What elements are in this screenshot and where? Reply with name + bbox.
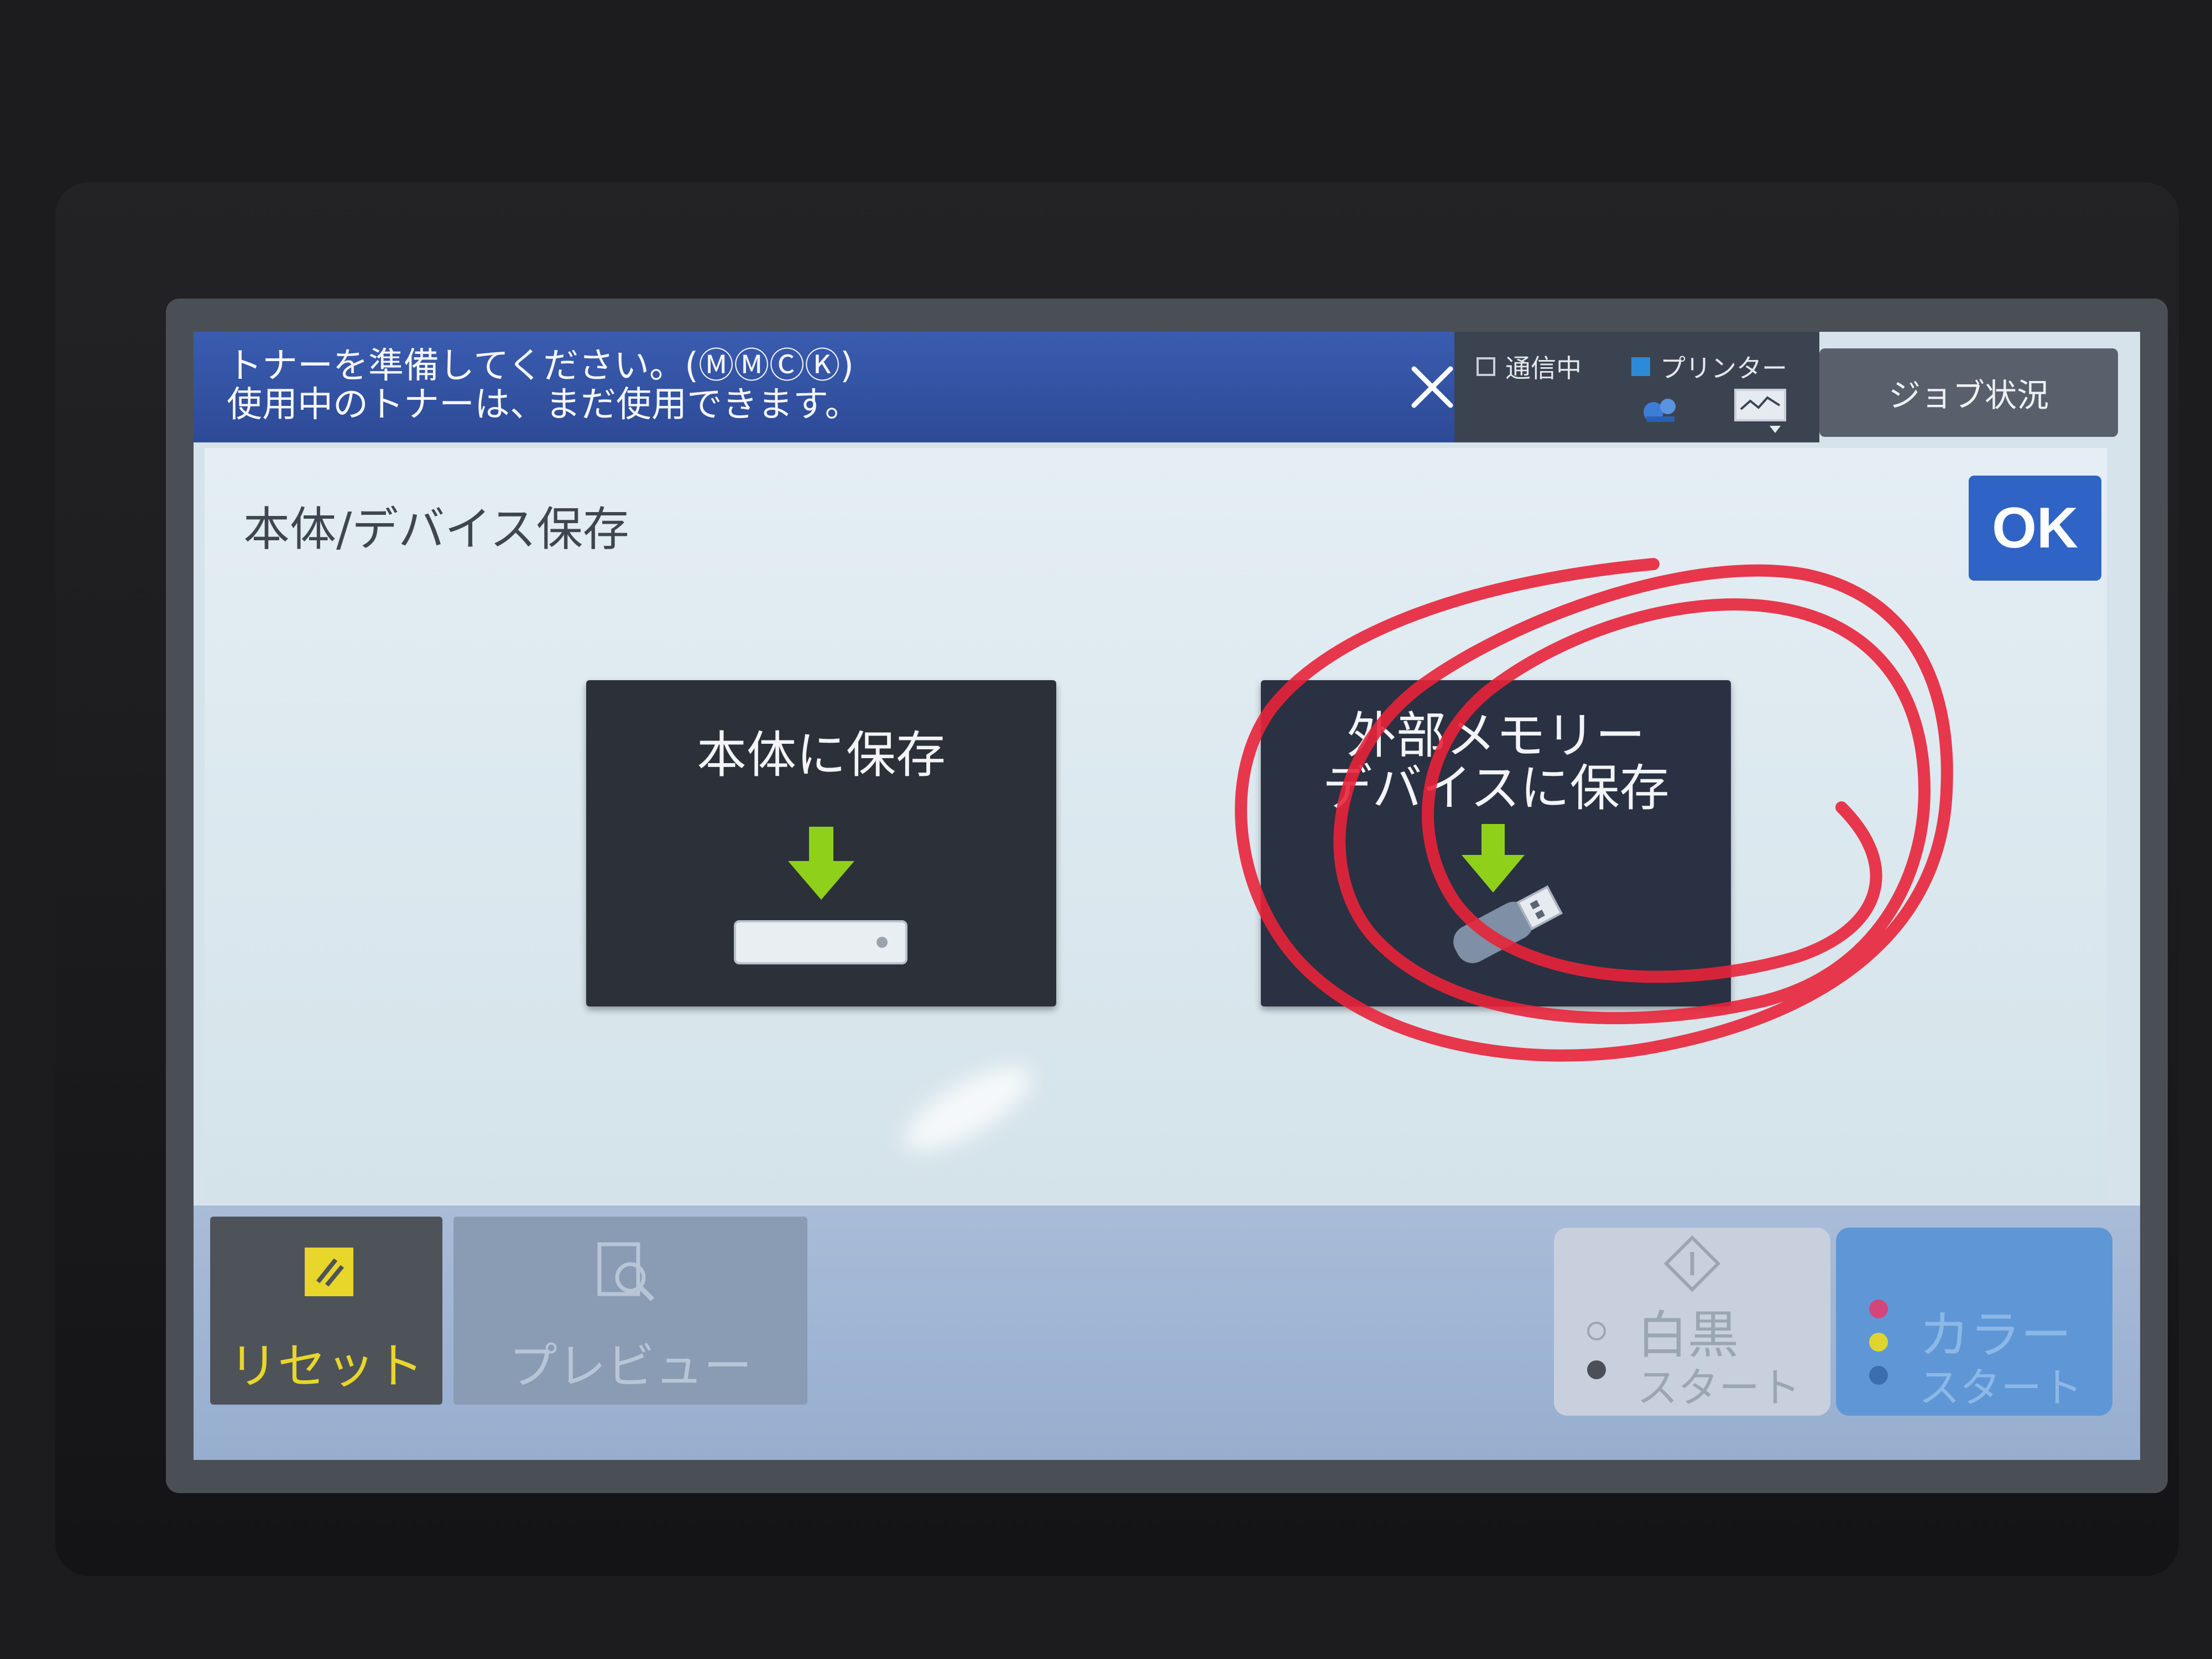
printer-checkbox bbox=[1631, 357, 1650, 376]
reset-icon bbox=[301, 1244, 357, 1302]
reset-button[interactable]: リセット bbox=[210, 1217, 442, 1405]
bottom-action-bar: リセット プレビュー 白黒 スタート カラー スタート bbox=[194, 1206, 2140, 1460]
color-start-sub-label: スタート bbox=[1919, 1364, 2083, 1412]
reset-label: リセット bbox=[228, 1338, 424, 1395]
bw-start-button[interactable]: 白黒 スタート bbox=[1554, 1228, 1830, 1416]
ok-button[interactable]: OK bbox=[1969, 476, 2101, 581]
job-status-button[interactable]: ジョブ状況 bbox=[1819, 348, 2118, 437]
save-to-device-label: 本体に保存 bbox=[697, 726, 946, 784]
printer-label: プリンター bbox=[1660, 353, 1787, 383]
magenta-dot bbox=[1869, 1300, 1888, 1318]
bw-indicator-dot-on bbox=[1587, 1360, 1606, 1379]
printer-indicator: プリンター bbox=[1631, 348, 1787, 385]
touch-screen: トナーを準備してください。(ⓂⓂⒸⓀ) 使用中のトナーは、まだ使用できます。 通… bbox=[194, 332, 2140, 1460]
color-start-button[interactable]: カラー スタート bbox=[1836, 1228, 2112, 1416]
bw-indicator-dot-off bbox=[1587, 1322, 1606, 1340]
touch-screen-frame: トナーを準備してください。(ⓂⓂⒸⓀ) 使用中のトナーは、まだ使用できます。 通… bbox=[166, 299, 2168, 1493]
notification-line-2: 使用中のトナーは、まだ使用できます。 bbox=[227, 384, 860, 425]
bw-start-sub-label: スタート bbox=[1637, 1364, 1801, 1412]
cyan-dot bbox=[1869, 1366, 1888, 1385]
hard-drive-icon bbox=[733, 918, 910, 970]
communicating-indicator: 通信中 bbox=[1477, 348, 1582, 385]
network-status-icon bbox=[1637, 390, 1687, 431]
save-to-external-label-line-1: 外部メモリー bbox=[1347, 707, 1645, 765]
preview-button[interactable]: プレビュー bbox=[453, 1217, 807, 1405]
communicating-checkbox bbox=[1477, 357, 1495, 376]
save-destination-panel: 本体/デバイス保存 OK 本体に保存 外部メモリー デバイスに保存 bbox=[205, 448, 2107, 1200]
status-area: 通信中 プリンター bbox=[1454, 332, 1819, 442]
save-to-external-memory-button[interactable]: 外部メモリー デバイスに保存 bbox=[1261, 680, 1731, 1006]
notification-line-1: トナーを準備してください。(ⓂⓂⒸⓀ) bbox=[227, 346, 854, 387]
download-arrow-icon bbox=[782, 827, 860, 906]
usb-drive-icon bbox=[1438, 874, 1571, 975]
close-icon[interactable] bbox=[1405, 359, 1460, 415]
preview-label: プレビュー bbox=[508, 1338, 752, 1395]
toner-notification-bar: トナーを準備してください。(ⓂⓂⒸⓀ) 使用中のトナーは、まだ使用できます。 bbox=[194, 332, 1454, 442]
start-diamond-icon bbox=[1662, 1233, 1723, 1296]
communicating-label: 通信中 bbox=[1505, 353, 1582, 383]
page-title: 本体/デバイス保存 bbox=[243, 502, 629, 556]
yellow-dot bbox=[1869, 1333, 1888, 1352]
red-annotation-circle bbox=[1235, 558, 1953, 1062]
printer-status-icon[interactable] bbox=[1731, 384, 1792, 436]
save-to-external-label-line-2: デバイスに保存 bbox=[1322, 759, 1670, 817]
preview-icon bbox=[592, 1239, 658, 1307]
save-to-device-button[interactable]: 本体に保存 bbox=[586, 680, 1056, 1006]
